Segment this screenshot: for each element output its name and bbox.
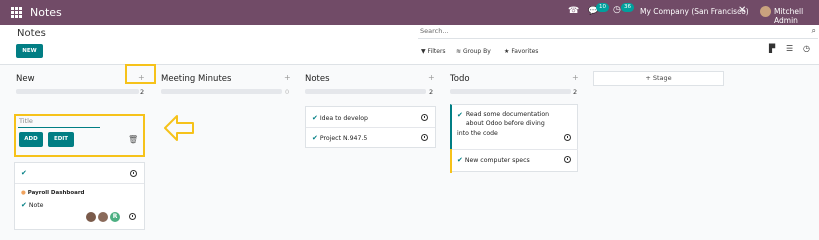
- search-icon[interactable]: ⌕: [812, 26, 816, 36]
- add-stage-label: Stage: [652, 74, 672, 82]
- card-line: ✔ Project N.947.5: [312, 133, 367, 144]
- card-title: Project N.947.5: [319, 135, 368, 142]
- avatar: [98, 212, 108, 222]
- card-note-label: Note: [28, 202, 44, 209]
- add-button[interactable]: ADD: [19, 132, 43, 147]
- card-line: ✔ Read some documentation about Odoo befo…: [457, 110, 557, 138]
- checkmark-icon: ✔: [21, 169, 27, 177]
- user-menu[interactable]: Mitchell Admin: [774, 7, 819, 25]
- avatar: R: [110, 212, 120, 222]
- checkmark-icon: ✔: [457, 156, 463, 164]
- dot-icon: ●: [21, 190, 26, 196]
- avatar: [86, 212, 96, 222]
- clock-icon[interactable]: [564, 134, 571, 141]
- progress-bar: [305, 89, 426, 94]
- kanban-card[interactable]: ✔ Idea to develop ✔ Project N.947.5: [305, 106, 436, 148]
- column-count: 0: [285, 88, 290, 96]
- column-title-notes[interactable]: Notes: [305, 74, 330, 84]
- clock-icon[interactable]: [564, 156, 571, 163]
- checkmark-icon: ✔: [312, 114, 318, 122]
- control-panel: Notes NEW Search... ⌕ ▼ Filters ≋ Group …: [0, 25, 819, 65]
- checkmark-icon: ✔: [21, 201, 27, 209]
- apps-menu-icon[interactable]: [11, 7, 22, 18]
- clock-icon[interactable]: [421, 134, 428, 141]
- kanban-card[interactable]: ✔ ● Payroll Dashboard ✔ Note: [14, 162, 145, 230]
- star-icon: ★: [504, 48, 510, 55]
- card-line-1: ● Payroll Dashboard: [21, 189, 84, 197]
- activities-icon[interactable]: ◷: [613, 5, 621, 15]
- search-placeholder: Search...: [420, 27, 449, 35]
- column-title-todo[interactable]: Todo: [450, 74, 470, 84]
- group-by-label: Group By: [462, 48, 491, 55]
- quick-add-icon[interactable]: +: [428, 73, 435, 82]
- left-arrow-annotation-icon: [164, 115, 194, 141]
- quick-add-icon[interactable]: +: [284, 73, 291, 82]
- checkmark-icon: ✔: [457, 111, 463, 119]
- column-count: 2: [429, 88, 434, 96]
- card-color-strip: [450, 149, 452, 173]
- plus-icon: +: [645, 74, 651, 82]
- favorites-button[interactable]: ★ Favorites: [504, 48, 538, 55]
- add-stage-button[interactable]: + Stage: [593, 71, 724, 86]
- activity-view-icon[interactable]: ◷: [803, 44, 810, 53]
- new-button[interactable]: NEW: [16, 44, 43, 58]
- column-count: 2: [573, 88, 578, 96]
- progress-bar: [450, 89, 571, 94]
- favorites-label: Favorites: [511, 48, 539, 55]
- group-by-button[interactable]: ≋ Group By: [456, 48, 491, 55]
- clock-icon[interactable]: [421, 114, 428, 121]
- card-title: New computer specs: [464, 157, 530, 164]
- activities-count-badge: 36: [621, 3, 634, 12]
- highlight-box-plus: [125, 64, 156, 84]
- filters-button[interactable]: ▼ Filters: [421, 48, 446, 55]
- clock-icon[interactable]: [130, 170, 137, 177]
- filter-icon: ▼: [421, 48, 426, 55]
- card-line-2: ✔ Note: [21, 200, 44, 211]
- quick-add-icon[interactable]: +: [572, 73, 579, 82]
- breadcrumb: Notes: [17, 28, 46, 39]
- card-title: Idea to develop: [319, 115, 368, 122]
- app-title[interactable]: Notes: [30, 6, 62, 19]
- card-line: ✔ New computer specs: [457, 155, 530, 166]
- divider: [452, 149, 578, 150]
- card-title: Read some documentation about Odoo befor…: [457, 111, 550, 137]
- title-input[interactable]: Title: [18, 117, 100, 128]
- group-by-icon: ≋: [456, 48, 462, 55]
- clock-icon[interactable]: [129, 213, 136, 220]
- edit-button[interactable]: EDIT: [48, 132, 74, 147]
- column-title-meeting-minutes[interactable]: Meeting Minutes: [161, 74, 231, 84]
- kanban-view-icon[interactable]: ▛: [769, 44, 775, 53]
- company-switcher[interactable]: My Company (San Francisco): [640, 7, 749, 16]
- checkmark-icon: ✔: [312, 134, 318, 142]
- filters-label: Filters: [427, 48, 446, 55]
- card-tag-label: Payroll Dashboard: [27, 190, 85, 196]
- quick-create-form: Title ADD EDIT 🗑: [14, 114, 145, 157]
- list-view-icon[interactable]: ☰: [786, 44, 793, 53]
- trash-icon[interactable]: 🗑: [128, 135, 138, 144]
- user-avatar[interactable]: [760, 6, 771, 17]
- divider: [15, 183, 144, 184]
- column-title-new[interactable]: New: [16, 74, 35, 84]
- progress-bar: [16, 89, 139, 94]
- search-input[interactable]: Search... ⌕: [418, 26, 818, 39]
- progress-bar: [161, 89, 282, 94]
- card-line: ✔ Idea to develop: [312, 113, 368, 124]
- kanban-card[interactable]: ✔ Read some documentation about Odoo befo…: [450, 104, 578, 173]
- phone-icon[interactable]: ☎: [568, 6, 579, 16]
- column-count: 2: [140, 88, 145, 96]
- top-navbar: Notes ☎ 💬 10 ◷ 36 My Company (San Franci…: [0, 0, 819, 25]
- divider: [306, 127, 435, 128]
- debug-tools-icon[interactable]: ✕: [738, 5, 746, 16]
- messages-count-badge: 10: [596, 3, 609, 12]
